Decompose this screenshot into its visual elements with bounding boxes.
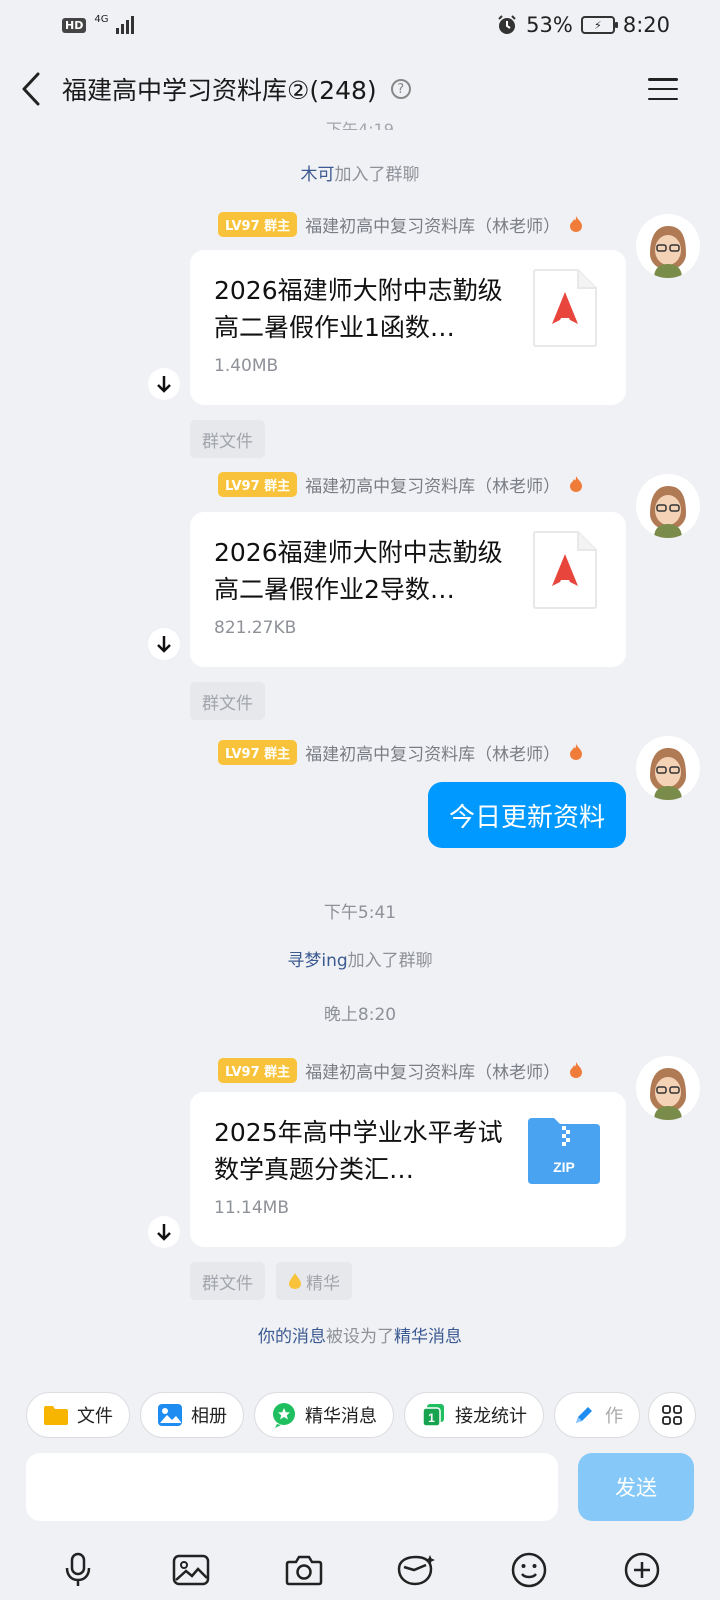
smiley-icon <box>511 1552 547 1588</box>
svg-text:ZIP: ZIP <box>553 1159 575 1175</box>
level-badge: LV97 群主 <box>218 471 298 497</box>
status-bar: HD 4G 53% ⚡ 8:20 <box>0 0 720 50</box>
chip-essence[interactable]: 精华消息 <box>254 1392 394 1438</box>
input-toolbar <box>0 1542 720 1598</box>
member-name[interactable]: 寻梦ing <box>287 951 347 971</box>
group-title[interactable]: 福建高中学习资料库②(248) <box>62 71 377 107</box>
text-message-bubble[interactable]: 今日更新资料 <box>428 782 626 848</box>
level-badge: LV97 群主 <box>218 1057 298 1083</box>
file-size: 11.14MB <box>214 1198 289 1218</box>
file-size: 1.40MB <box>214 356 279 376</box>
avatar[interactable] <box>636 474 700 538</box>
camera-icon <box>285 1555 322 1586</box>
image-icon <box>172 1554 210 1586</box>
pen-icon <box>576 1407 592 1423</box>
sticker-button[interactable] <box>392 1546 440 1594</box>
microphone-icon <box>66 1552 91 1586</box>
network-type: 4G <box>94 13 109 25</box>
file-card[interactable]: 2026福建师大附中志勤级高二暑假作业1函数… 1.40MB <box>190 250 626 405</box>
level-badge: LV97 群主 <box>218 739 298 765</box>
emoji-button[interactable] <box>505 1546 553 1594</box>
system-message: 寻梦ing加入了群聊 <box>287 951 433 971</box>
sender-name[interactable]: 福建初高中复习资料库（林老师） <box>305 1058 560 1083</box>
timestamp: 下午5:41 <box>323 903 397 923</box>
timestamp: 晚上8:20 <box>323 1005 397 1025</box>
essence-tag[interactable]: 精华 <box>276 1262 352 1300</box>
essence-notice: 你的消息被设为了精华消息 <box>258 1327 462 1347</box>
sticker-icon <box>398 1555 436 1586</box>
signal-icon <box>116 16 135 34</box>
chip-homework[interactable]: 作 <box>554 1392 640 1438</box>
more-apps-button[interactable] <box>648 1392 696 1438</box>
back-arrow-icon <box>22 72 40 106</box>
battery-icon: ⚡ <box>580 16 618 34</box>
timestamp-partial: 下午4:19 <box>326 120 394 130</box>
svg-text:1: 1 <box>428 1411 435 1425</box>
grid-icon <box>662 1405 682 1425</box>
file-size: 821.27KB <box>214 618 297 638</box>
essence-drop-icon <box>289 1273 301 1289</box>
download-button[interactable] <box>148 368 180 400</box>
menu-button[interactable] <box>648 78 678 100</box>
alarm-icon <box>498 15 516 34</box>
file-title: 2025年高中学业水平考试数学真题分类汇… <box>214 1118 503 1184</box>
pdf-icon <box>533 269 597 347</box>
plus-button[interactable] <box>618 1546 666 1594</box>
download-button[interactable] <box>148 1216 180 1248</box>
sender-name[interactable]: 福建初高中复习资料库（林老师） <box>305 472 560 497</box>
essence-icon <box>273 1403 295 1428</box>
zip-icon: ZIP <box>528 1118 600 1184</box>
download-arrow-icon <box>157 1224 171 1241</box>
sender-row: LV97 群主 福建初高中复习资料库（林老师） <box>218 210 584 238</box>
download-arrow-icon <box>157 376 171 393</box>
download-button[interactable] <box>148 628 180 660</box>
file-title: 2026福建师大附中志勤级高二暑假作业2导数… <box>214 538 503 604</box>
folder-icon <box>44 1406 68 1425</box>
download-arrow-icon <box>157 636 171 653</box>
clock: 8:20 <box>622 13 670 37</box>
sender-name[interactable]: 福建初高中复习资料库（林老师） <box>305 740 560 765</box>
avatar[interactable] <box>636 1056 700 1120</box>
camera-button[interactable] <box>280 1546 328 1594</box>
flame-icon <box>570 1062 583 1078</box>
image-button[interactable] <box>167 1546 215 1594</box>
input-panel: 文件 相册 精华消息 1 接龙统计 作 发送 <box>0 1380 720 1600</box>
quick-action-bar: 文件 相册 精华消息 1 接龙统计 作 <box>26 1392 696 1440</box>
chip-album[interactable]: 相册 <box>140 1392 244 1438</box>
flame-icon <box>570 476 583 492</box>
sender-name[interactable]: 福建初高中复习资料库（林老师） <box>305 212 560 237</box>
message-input[interactable] <box>26 1453 558 1521</box>
chip-relay[interactable]: 1 接龙统计 <box>404 1392 544 1438</box>
sender-row: LV97 群主 福建初高中复习资料库（林老师） <box>218 470 584 498</box>
avatar[interactable] <box>636 736 700 800</box>
group-file-tag[interactable]: 群文件 <box>190 1262 265 1300</box>
sender-row: LV97 群主 福建初高中复习资料库（林老师） <box>218 738 584 766</box>
group-file-tag[interactable]: 群文件 <box>190 420 265 458</box>
flame-icon <box>570 216 583 232</box>
file-card[interactable]: 2026福建师大附中志勤级高二暑假作业2导数… 821.27KB <box>190 512 626 667</box>
send-button[interactable]: 发送 <box>578 1453 694 1521</box>
sender-row: LV97 群主 福建初高中复习资料库（林老师） <box>218 1056 584 1084</box>
voice-button[interactable] <box>54 1546 102 1594</box>
level-badge: LV97 群主 <box>218 211 298 237</box>
chip-file[interactable]: 文件 <box>26 1392 130 1438</box>
file-card[interactable]: 2025年高中学业水平考试数学真题分类汇… 11.14MB ZIP <box>190 1092 626 1247</box>
help-icon[interactable]: ? <box>390 79 411 99</box>
group-file-tag[interactable]: 群文件 <box>190 682 265 720</box>
hd-indicator: HD <box>62 17 87 33</box>
member-name[interactable]: 木可 <box>301 165 335 185</box>
battery-percent: 53% <box>526 13 573 37</box>
relay-icon: 1 <box>422 1404 444 1427</box>
plus-circle-icon <box>624 1552 659 1588</box>
avatar[interactable] <box>636 214 700 278</box>
pdf-icon <box>533 531 597 609</box>
file-title: 2026福建师大附中志勤级高二暑假作业1函数… <box>214 276 503 342</box>
album-icon <box>158 1404 182 1426</box>
system-message: 木可加入了群聊 <box>300 165 420 185</box>
flame-icon <box>570 744 583 760</box>
